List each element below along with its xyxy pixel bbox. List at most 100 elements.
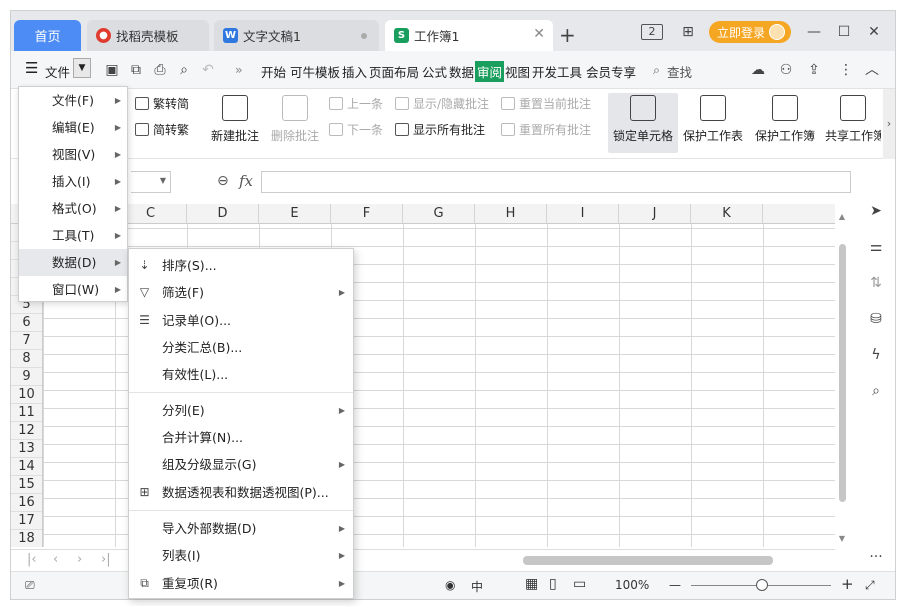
row-header[interactable]: 18 [11,530,42,547]
new-comment-button[interactable]: 新建批注 [211,95,259,144]
new-tab-button[interactable]: + [559,23,576,47]
print-icon[interactable]: ⎙ [151,61,169,79]
submenu-duplicates[interactable]: ⧉ 重复项(R) ▶ [129,570,353,597]
more-tools-icon[interactable]: » [235,62,243,77]
page-layout-view-icon[interactable]: ▯ [549,576,557,592]
submenu-filter[interactable]: ▽ 筛选(F) ▶ [129,279,353,306]
menu-item-tools[interactable]: 工具(T) ▶ [19,222,127,249]
row-header[interactable]: 6 [11,314,42,332]
ribbon-tab-page-layout[interactable]: 页面布局 [369,62,419,81]
protect-sheet-button[interactable]: 保护工作表 [683,95,743,144]
ribbon-tab-data[interactable]: 数据 [449,62,474,81]
hamburger-icon[interactable]: ☰ [25,59,38,77]
submenu-consolidate[interactable]: 合并计算(N)... [129,424,353,451]
submenu-pivot-table[interactable]: ⊞ 数据透视表和数据透视图(P)... [129,479,353,506]
menu-item-data[interactable]: 数据(D) ▶ [19,249,127,276]
simp-to-trad-button[interactable]: 简转繁 [135,121,189,138]
select-cursor-icon[interactable]: ➤ [867,203,885,221]
show-hide-comment-button[interactable]: 显示/隐藏批注 [395,95,489,112]
submenu-sort[interactable]: ⇣ 排序(S)... [129,252,353,279]
zoom-level[interactable]: 100% [615,578,649,592]
fullscreen-icon[interactable]: ⤢ [865,578,875,593]
close-window-button[interactable]: ✕ [859,24,889,40]
column-header[interactable]: D [187,204,259,223]
horizontal-scroll-thumb[interactable] [523,556,773,565]
search-label[interactable]: 查找 [667,62,692,81]
share-workbook-button[interactable]: 共享工作簿 [825,95,881,144]
show-all-comments-button[interactable]: 显示所有批注 [395,121,485,138]
zoom-formula-icon[interactable]: ⊖ [217,173,229,189]
fx-icon[interactable]: fx [239,172,253,190]
column-header[interactable]: H [475,204,547,223]
ribbon-tab-member[interactable]: 会员专享 [586,62,636,81]
row-header[interactable]: 11 [11,404,42,422]
row-header[interactable]: 16 [11,494,42,512]
scroll-up-icon[interactable]: ▲ [837,212,847,221]
tab-home[interactable]: 首页 [14,20,81,51]
row-header[interactable]: 12 [11,422,42,440]
reset-all-comments-button[interactable]: 重置所有批注 [501,121,591,138]
next-comment-button[interactable]: 下一条 [329,121,383,138]
ribbon-tab-review[interactable]: 审阅 [475,61,505,82]
tab-document[interactable]: W 文字文稿1 [214,20,379,51]
next-sheet-icon[interactable]: › [77,552,82,567]
sort-panel-icon[interactable]: ⇅ [867,275,885,293]
multi-window-icon[interactable]: 2 [640,24,663,40]
lock-cell-button[interactable]: 锁定单元格 [608,93,678,153]
zoom-out-button[interactable]: — [669,578,681,592]
file-menu-button[interactable]: 文件 [45,62,70,81]
delete-comment-button[interactable]: 删除批注 [271,95,319,144]
print-preview-icon[interactable]: ⌕ [175,61,193,79]
row-header[interactable]: 13 [11,440,42,458]
submenu-subtotal[interactable]: 分类汇总(B)... [129,334,353,361]
ribbon-tab-insert[interactable]: 插入 [342,62,367,81]
grid-apps-icon[interactable]: ⊞ [673,24,703,40]
search-icon[interactable]: ⌕ [653,62,660,78]
trad-to-simp-button[interactable]: 繁转简 [135,95,189,112]
column-header[interactable]: E [259,204,331,223]
share-icon[interactable]: ⇪ [805,61,823,79]
document-search-icon[interactable]: ⌕ [867,383,885,401]
more-dots-icon[interactable]: ··· [867,549,885,567]
column-header[interactable]: I [547,204,619,223]
page-break-view-icon[interactable]: ▭ [573,576,586,592]
submenu-list[interactable]: 列表(I) ▶ [129,542,353,569]
submenu-validation[interactable]: 有效性(L)... [129,361,353,388]
menu-item-insert[interactable]: 插入(I) ▶ [19,168,127,195]
scroll-down-icon[interactable]: ▼ [837,534,847,543]
minimize-button[interactable]: — [799,24,829,40]
row-header[interactable]: 7 [11,332,42,350]
ribbon-tab-formulas[interactable]: 公式 [422,62,447,81]
ribbon-tab-developer[interactable]: 开发工具 [532,62,582,81]
settings-sliders-icon[interactable]: ⚌ [867,239,885,257]
column-header[interactable]: G [403,204,475,223]
row-header[interactable]: 10 [11,386,42,404]
column-header[interactable]: J [619,204,691,223]
more-options-icon[interactable]: ⋮ [837,61,855,79]
collapse-ribbon-icon[interactable]: ︿ [863,61,881,79]
ribbon-tab-view[interactable]: 视图 [505,62,530,81]
name-box-dropdown-icon[interactable]: ▼ [160,176,166,185]
tab-template[interactable]: ● 找稻壳模板 [87,20,209,51]
macro-record-icon[interactable]: ⎚ [25,578,35,593]
submenu-text-to-columns[interactable]: 分列(E) ▶ [129,397,353,424]
zoom-slider-knob[interactable] [756,579,768,591]
save-icon[interactable]: ▣ [103,61,121,79]
submenu-group-outline[interactable]: 组及分级显示(G) ▶ [129,451,353,478]
ribbon-scroll-right-icon[interactable]: › [883,89,895,159]
input-method-icon[interactable]: 中 [471,578,483,595]
reset-current-comment-button[interactable]: 重置当前批注 [501,95,591,112]
horizontal-scrollbar[interactable] [511,556,821,565]
row-header[interactable]: 8 [11,350,42,368]
column-header[interactable]: F [331,204,403,223]
last-sheet-icon[interactable]: ›| [101,552,111,567]
first-sheet-icon[interactable]: |‹ [27,552,37,567]
collaborate-icon[interactable]: ⚇ [777,61,795,79]
eye-protection-icon[interactable]: ◉ [445,578,455,592]
row-header[interactable]: 15 [11,476,42,494]
undo-icon[interactable]: ↶ [199,61,217,79]
zoom-in-button[interactable]: + [841,575,854,593]
menu-item-view[interactable]: 视图(V) ▶ [19,141,127,168]
row-header[interactable]: 17 [11,512,42,530]
cloud-sync-icon[interactable]: ☁ [749,61,767,79]
